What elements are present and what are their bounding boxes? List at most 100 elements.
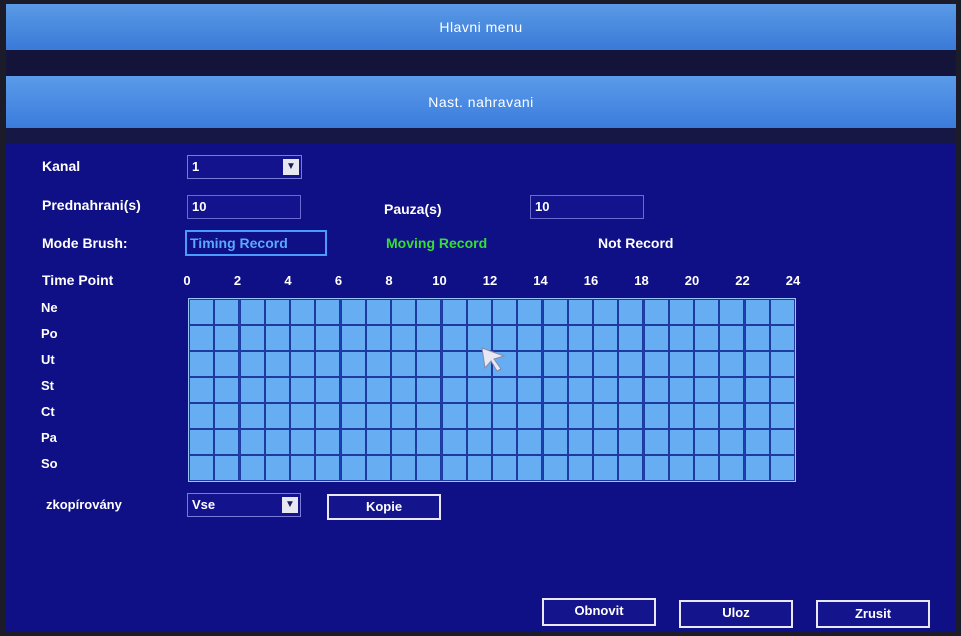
- schedule-cell[interactable]: [214, 455, 240, 481]
- schedule-cell[interactable]: [719, 377, 745, 403]
- schedule-cell[interactable]: [694, 429, 719, 455]
- schedule-cell[interactable]: [618, 299, 644, 325]
- schedule-cell[interactable]: [214, 351, 240, 377]
- schedule-cell[interactable]: [315, 377, 341, 403]
- schedule-cell[interactable]: [694, 299, 719, 325]
- schedule-cell[interactable]: [340, 429, 366, 455]
- schedule-cell[interactable]: [567, 403, 593, 429]
- zrusit-button[interactable]: Zrusit: [816, 600, 930, 628]
- schedule-cell[interactable]: [214, 299, 240, 325]
- schedule-cell[interactable]: [264, 325, 290, 351]
- schedule-cell[interactable]: [416, 429, 442, 455]
- schedule-cell[interactable]: [189, 377, 214, 403]
- schedule-cell[interactable]: [441, 325, 467, 351]
- schedule-cell[interactable]: [416, 403, 442, 429]
- schedule-cell[interactable]: [416, 299, 442, 325]
- schedule-cell[interactable]: [618, 325, 644, 351]
- schedule-cell[interactable]: [239, 299, 265, 325]
- schedule-cell[interactable]: [668, 455, 694, 481]
- schedule-cell[interactable]: [189, 429, 214, 455]
- schedule-cell[interactable]: [744, 403, 770, 429]
- schedule-cell[interactable]: [593, 429, 618, 455]
- schedule-cell[interactable]: [189, 403, 214, 429]
- schedule-cell[interactable]: [694, 351, 719, 377]
- schedule-cell[interactable]: [214, 377, 240, 403]
- schedule-cell[interactable]: [719, 351, 745, 377]
- schedule-cell[interactable]: [769, 377, 795, 403]
- schedule-cell[interactable]: [365, 325, 391, 351]
- schedule-cell[interactable]: [391, 325, 416, 351]
- schedule-cell[interactable]: [264, 377, 290, 403]
- schedule-cell[interactable]: [391, 377, 416, 403]
- schedule-cell[interactable]: [593, 299, 618, 325]
- schedule-cell[interactable]: [618, 377, 644, 403]
- schedule-cell[interactable]: [365, 403, 391, 429]
- schedule-cell[interactable]: [567, 455, 593, 481]
- schedule-cell[interactable]: [315, 429, 341, 455]
- schedule-cell[interactable]: [694, 325, 719, 351]
- schedule-cell[interactable]: [593, 351, 618, 377]
- schedule-cell[interactable]: [466, 455, 492, 481]
- schedule-cell[interactable]: [264, 403, 290, 429]
- schedule-cell[interactable]: [668, 325, 694, 351]
- schedule-cell[interactable]: [340, 325, 366, 351]
- schedule-cell[interactable]: [239, 377, 265, 403]
- schedule-cell[interactable]: [769, 429, 795, 455]
- schedule-cell[interactable]: [391, 429, 416, 455]
- schedule-cell[interactable]: [441, 377, 467, 403]
- schedule-cell[interactable]: [492, 429, 517, 455]
- schedule-cell[interactable]: [719, 325, 745, 351]
- kanal-select[interactable]: 1 ▼: [187, 155, 302, 179]
- schedule-cell[interactable]: [340, 351, 366, 377]
- schedule-cell[interactable]: [517, 299, 543, 325]
- schedule-cell[interactable]: [618, 455, 644, 481]
- schedule-cell[interactable]: [214, 325, 240, 351]
- brush-not-record[interactable]: Not Record: [598, 235, 673, 251]
- schedule-cell[interactable]: [340, 377, 366, 403]
- schedule-cell[interactable]: [189, 325, 214, 351]
- schedule-cell[interactable]: [769, 325, 795, 351]
- schedule-cell[interactable]: [542, 299, 568, 325]
- brush-moving-record[interactable]: Moving Record: [386, 235, 487, 251]
- schedule-cell[interactable]: [214, 429, 240, 455]
- schedule-cell[interactable]: [416, 377, 442, 403]
- schedule-cell[interactable]: [643, 455, 669, 481]
- schedule-cell[interactable]: [542, 325, 568, 351]
- schedule-cell[interactable]: [618, 429, 644, 455]
- schedule-cell[interactable]: [567, 299, 593, 325]
- schedule-cell[interactable]: [719, 403, 745, 429]
- schedule-cell[interactable]: [593, 377, 618, 403]
- schedule-cell[interactable]: [744, 455, 770, 481]
- schedule-cell[interactable]: [744, 377, 770, 403]
- schedule-cell[interactable]: [315, 299, 341, 325]
- schedule-cell[interactable]: [340, 403, 366, 429]
- schedule-cell[interactable]: [492, 403, 517, 429]
- schedule-cell[interactable]: [744, 429, 770, 455]
- schedule-cell[interactable]: [239, 325, 265, 351]
- schedule-cell[interactable]: [719, 429, 745, 455]
- schedule-cell[interactable]: [391, 455, 416, 481]
- brush-timing-record[interactable]: Timing Record: [185, 230, 327, 256]
- schedule-cell[interactable]: [694, 455, 719, 481]
- kopie-button[interactable]: Kopie: [327, 494, 441, 520]
- schedule-cell[interactable]: [264, 455, 290, 481]
- schedule-cell[interactable]: [643, 403, 669, 429]
- schedule-cell[interactable]: [466, 299, 492, 325]
- schedule-cell[interactable]: [264, 429, 290, 455]
- schedule-cell[interactable]: [769, 351, 795, 377]
- schedule-cell[interactable]: [567, 325, 593, 351]
- schedule-cell[interactable]: [668, 403, 694, 429]
- schedule-cell[interactable]: [668, 429, 694, 455]
- schedule-cell[interactable]: [290, 299, 315, 325]
- schedule-cell[interactable]: [643, 325, 669, 351]
- schedule-cell[interactable]: [239, 403, 265, 429]
- schedule-cell[interactable]: [542, 403, 568, 429]
- schedule-cell[interactable]: [290, 455, 315, 481]
- schedule-cell[interactable]: [441, 351, 467, 377]
- schedule-cell[interactable]: [239, 429, 265, 455]
- schedule-cell[interactable]: [643, 429, 669, 455]
- schedule-cell[interactable]: [542, 429, 568, 455]
- schedule-cell[interactable]: [315, 403, 341, 429]
- schedule-cell[interactable]: [441, 455, 467, 481]
- schedule-cell[interactable]: [618, 351, 644, 377]
